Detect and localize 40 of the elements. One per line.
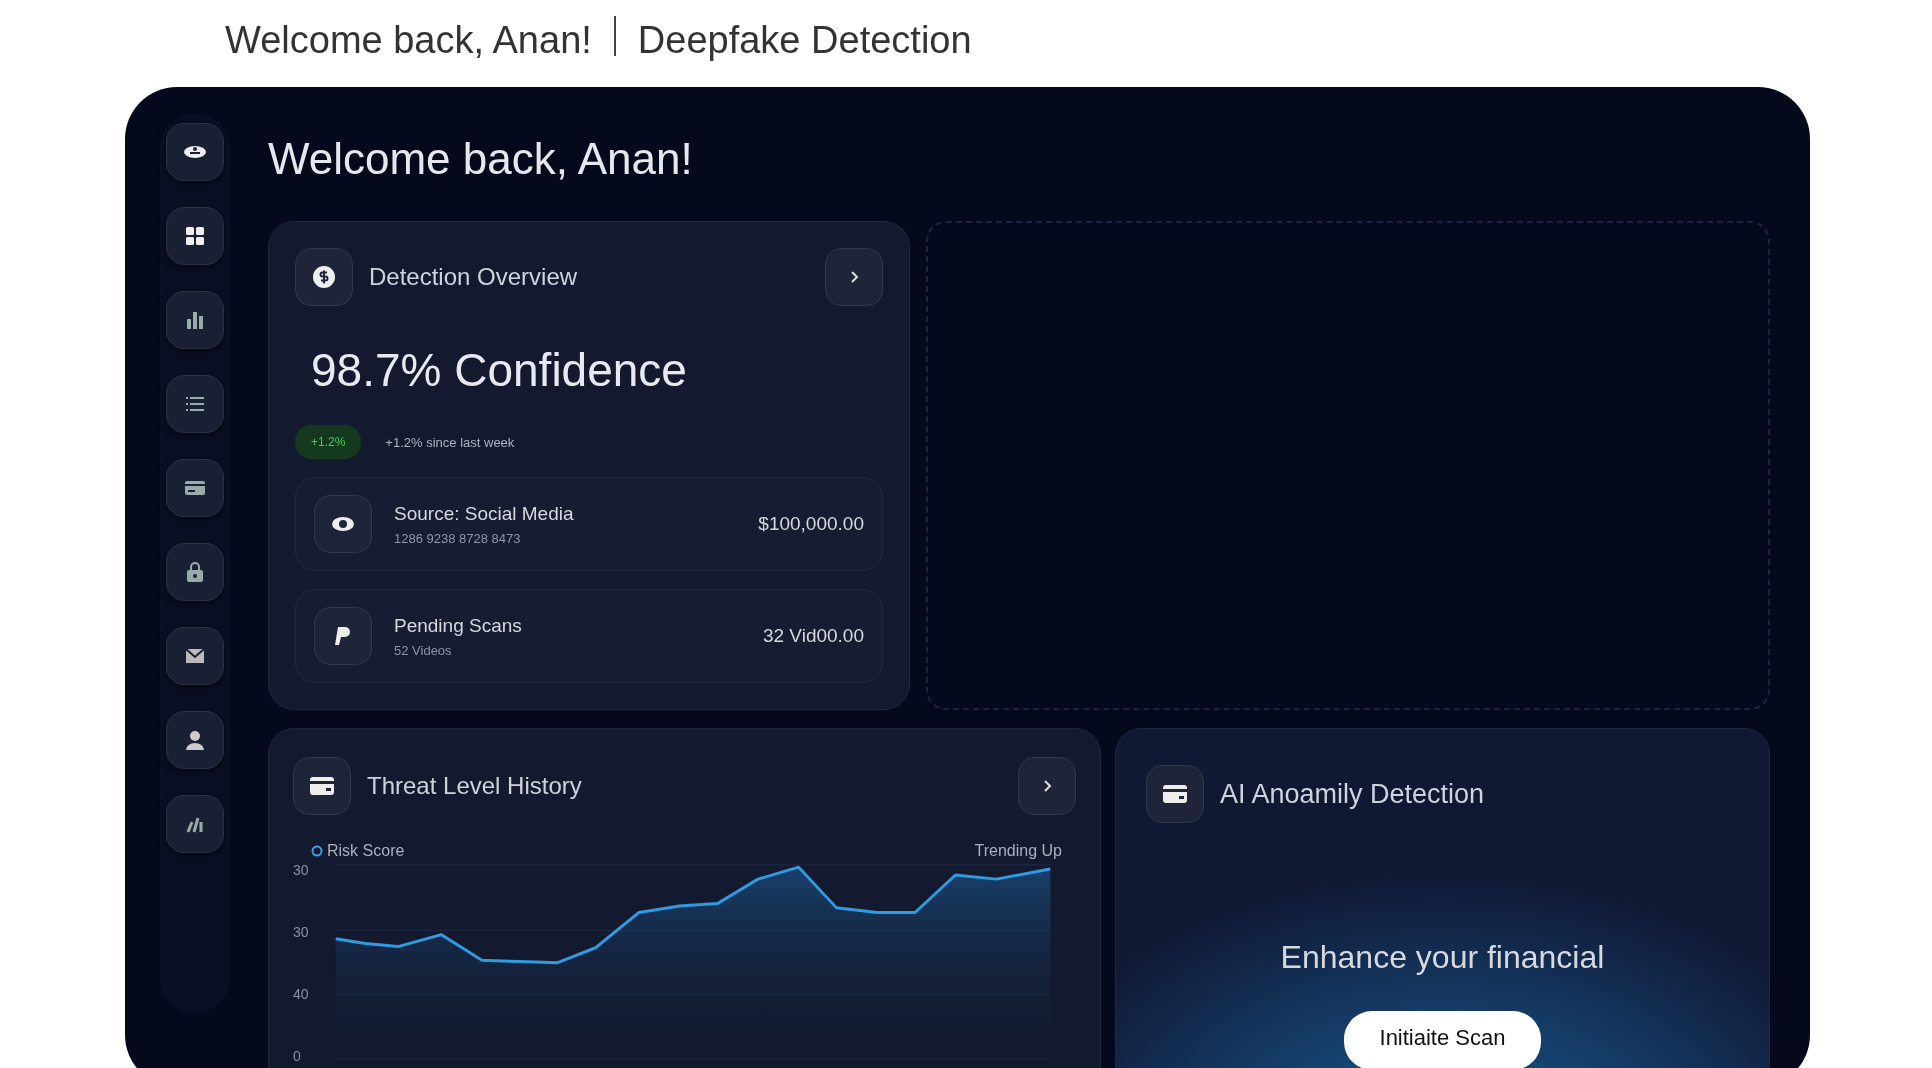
initiate-scan-button[interactable]: Initiaite Scan [1343, 1011, 1542, 1068]
nav-button[interactable] [166, 459, 224, 517]
row-title: Pending Scans [394, 614, 522, 639]
eye-icon [314, 495, 372, 554]
trend-label: Trending Up [974, 841, 1062, 862]
change-badge: +1.2% [295, 425, 362, 460]
page-heading: Welcome back, Anan! [225, 18, 592, 63]
row-amount: 32 Vid00.00 [762, 624, 864, 649]
nav-button[interactable] [166, 711, 224, 769]
payment-icon [314, 607, 372, 666]
card-icon [1146, 765, 1204, 824]
axis-tick-label: 30 [293, 863, 310, 878]
axis-tick-label: 0 [293, 1049, 302, 1064]
axis-tick-label: 30 [293, 925, 310, 940]
confidence-value: 98.7% Confidence [311, 343, 688, 399]
row-subtitle: 52 Videos [394, 641, 453, 660]
card-title: Detection Overview [369, 262, 578, 293]
logo-button[interactable] [166, 123, 224, 181]
nav-button[interactable] [166, 543, 224, 601]
row-subtitle: 1286 9238 8728 8473 [394, 529, 522, 548]
nav-button[interactable] [166, 627, 224, 685]
row-amount: $100,000.00 [758, 512, 864, 537]
promo-text: Enhance your financial [1280, 939, 1605, 976]
row-title: Source: Social Media [394, 502, 574, 527]
legend-icon [311, 845, 323, 858]
card-icon [293, 757, 351, 816]
card-title: AI Anoamily Detection [1220, 778, 1485, 812]
coin-icon [295, 248, 353, 307]
axis-tick-label: 40 [293, 987, 310, 1002]
page-subtitle: Deepfake Detection [637, 18, 972, 63]
card-title: Threat Level History [367, 771, 582, 802]
nav-button[interactable] [166, 291, 224, 349]
legend-label: Risk Score [327, 841, 405, 862]
nav-button[interactable] [166, 207, 224, 265]
nav-button[interactable] [166, 375, 224, 433]
user-icon [183, 728, 207, 752]
change-note: +1.2% since last week [385, 433, 515, 452]
nav-button[interactable] [166, 795, 224, 853]
welcome-title: Welcome back, Anan! [268, 135, 694, 184]
grid-icon [183, 224, 207, 248]
